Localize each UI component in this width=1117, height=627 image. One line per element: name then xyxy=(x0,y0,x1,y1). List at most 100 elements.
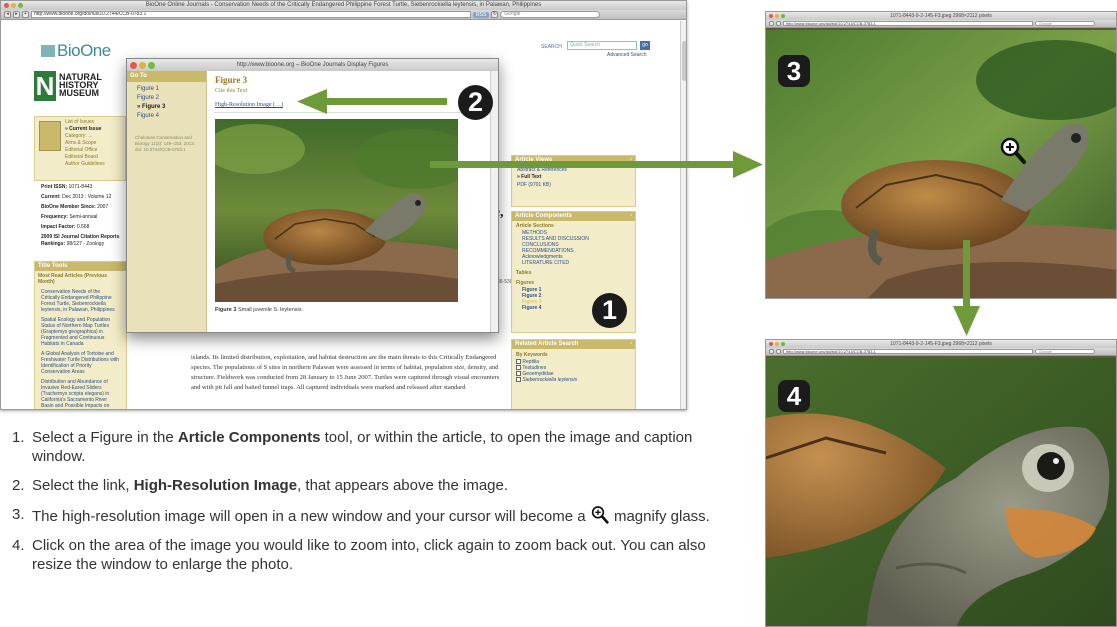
issue-link[interactable]: Aims & Scope xyxy=(65,140,105,147)
step-text: The high-resolution image will open in a… xyxy=(32,508,590,525)
scrollbar-thumb[interactable] xyxy=(682,41,686,81)
minimize-icon[interactable] xyxy=(11,3,16,8)
forward-icon[interactable] xyxy=(776,349,781,354)
step-bold-text: Article Components xyxy=(177,429,321,446)
issue-link[interactable]: List of Issues xyxy=(65,119,105,126)
most-read-item[interactable]: Spatial Ecology and Population Status of… xyxy=(35,315,126,349)
close-icon[interactable] xyxy=(769,342,773,346)
zoom-icon[interactable] xyxy=(781,14,785,18)
hires-title-4: 1071-8443-9-2-145-F3.jpeg 2968×2112 pixe… xyxy=(890,341,992,347)
meta-value: 1071-8443 xyxy=(68,184,93,190)
pdf-link[interactable]: PDF (9701 KB) xyxy=(517,182,630,188)
figure-turtle-photo[interactable] xyxy=(215,119,458,302)
arrow-right-icon xyxy=(733,151,763,178)
hires-toolbar-4: http://www.bioone.org/doi/full/10.2744/C… xyxy=(766,348,1116,356)
zoom-icon[interactable] xyxy=(18,3,23,8)
step-text: Click on the area of the image you would… xyxy=(32,537,706,573)
meta-row: Print ISSN: 1071-8443 xyxy=(41,184,127,191)
cite-link[interactable]: Cite this Text xyxy=(215,88,247,94)
forward-icon[interactable]: ▸ xyxy=(13,11,20,18)
caption-text: Small juvenile S. leytensis. xyxy=(237,307,304,313)
most-read-heading: Most Read Articles (Previous Month) xyxy=(38,273,108,285)
collapse-icon[interactable]: ▫ xyxy=(630,213,632,220)
back-icon[interactable]: ◂ xyxy=(4,11,11,18)
step-text: Select a Figure in the xyxy=(32,429,178,446)
close-icon[interactable] xyxy=(769,14,773,18)
bioone-logo-icon xyxy=(41,45,55,57)
step-number: 4. xyxy=(12,537,25,554)
most-read-item[interactable]: Conservation Needs of the Critically End… xyxy=(35,287,126,315)
step-text: Select the link, xyxy=(32,477,134,494)
site-search-input[interactable]: Quick Search xyxy=(567,41,637,50)
popup-citation: Chelonian Conservation and Biology 11(2)… xyxy=(135,135,195,152)
main-window-title: BioOne Online Journals - Conservation Ne… xyxy=(145,2,542,8)
main-toolbar: ◂ ▸ + http://www.bioone.org/doi/full/10.… xyxy=(1,10,686,20)
checkbox[interactable] xyxy=(516,371,521,376)
site-search-go-button[interactable]: go xyxy=(640,41,650,50)
by-keywords-label[interactable]: By Keywords xyxy=(516,351,631,359)
hires-address-bar-4[interactable]: http://www.bioone.org/doi/full/10.2744/C… xyxy=(783,349,1033,354)
bioone-logo[interactable]: BioOne xyxy=(41,41,111,61)
instruction-step-1: 1. Select a Figure in the Article Compon… xyxy=(12,428,712,466)
nhm-line-3: MUSEUM xyxy=(59,88,99,98)
zoom-icon[interactable] xyxy=(781,342,785,346)
goto-item-figure-3[interactable]: » Figure 3 xyxy=(127,103,206,112)
rss-badge[interactable]: RSS xyxy=(473,11,490,18)
checkbox[interactable] xyxy=(516,365,521,370)
checkbox[interactable] xyxy=(516,359,521,364)
hires-turtle-photo[interactable] xyxy=(766,30,1117,299)
add-icon[interactable]: + xyxy=(22,11,29,18)
collapse-icon[interactable]: ▫ xyxy=(630,341,632,348)
minimize-icon[interactable] xyxy=(775,342,779,346)
goto-item-figure-2[interactable]: Figure 2 xyxy=(127,94,206,103)
minimize-icon[interactable] xyxy=(139,62,146,69)
popup-divider xyxy=(214,112,498,113)
zoomed-turtle-photo[interactable] xyxy=(766,358,1117,627)
most-read-item[interactable]: Distribution and Abundance of Invasive R… xyxy=(35,377,126,409)
arrow-right-shaft xyxy=(430,161,735,168)
close-icon[interactable] xyxy=(130,62,137,69)
issue-link[interactable]: Category: ... xyxy=(65,133,105,140)
hires-search-3[interactable]: Google xyxy=(1035,21,1095,26)
reload-icon[interactable]: ↻ xyxy=(491,11,499,18)
hires-address-bar-3[interactable]: http://www.bioone.org/doi/full/10.2744/C… xyxy=(783,21,1033,26)
popup-window-title: http://www.bioone.org – BioOne Journals … xyxy=(236,62,389,68)
keyword-row[interactable]: Siebenrockiella leytensis xyxy=(516,377,631,383)
issue-link[interactable]: Editorial Board xyxy=(65,154,105,161)
close-icon[interactable] xyxy=(4,3,9,8)
high-resolution-image-link[interactable]: High-Resolution Image (…) xyxy=(215,102,283,108)
issue-link[interactable]: » Current Issue xyxy=(65,126,105,133)
goto-item-figure-4[interactable]: Figure 4 xyxy=(127,112,206,121)
address-bar[interactable]: http://www.bioone.org/doi/full/10.2744/C… xyxy=(31,11,471,18)
journal-meta: Print ISSN: 1071-8443 Current: Dec 2013 … xyxy=(41,184,127,248)
issue-link[interactable]: Editorial Office xyxy=(65,147,105,154)
full-text-link[interactable]: » Full Text xyxy=(517,173,630,182)
site-search-label: SEARCH xyxy=(541,44,562,50)
meta-row: Current: Dec 2013 : Volume 12 xyxy=(41,194,127,201)
goto-item-figure-1[interactable]: Figure 1 xyxy=(127,85,206,94)
minimize-icon[interactable] xyxy=(775,14,779,18)
journal-cover-image[interactable] xyxy=(39,121,61,151)
back-icon[interactable] xyxy=(769,349,774,354)
instructions-list: 1. Select a Figure in the Article Compon… xyxy=(12,428,712,584)
advanced-search-link[interactable]: Advanced Search xyxy=(607,52,646,58)
journal-info-panel: List of Issues » Current Issue Category:… xyxy=(34,116,126,181)
meta-label: 2009 ISI Journal Citation Reports xyxy=(41,234,120,240)
most-read-item[interactable]: A Global Analysis of Tortoise and Freshw… xyxy=(35,349,126,377)
google-search-field[interactable]: Google xyxy=(500,11,601,18)
meta-label: BioOne Member Since: xyxy=(41,204,96,210)
bioone-logo-text: BioOne xyxy=(57,41,111,60)
page-scrollbar[interactable] xyxy=(680,21,686,409)
goto-header: Go To xyxy=(127,71,206,82)
hires-search-4[interactable]: Google xyxy=(1035,349,1095,354)
forward-icon[interactable] xyxy=(776,21,781,26)
issue-link[interactable]: Author Guidelines xyxy=(65,161,105,168)
title-tools-panel: Title Tools Most Read Articles (Previous… xyxy=(34,261,127,409)
meta-row: 2009 ISI Journal Citation Reports xyxy=(41,234,127,241)
arrow-left-icon xyxy=(297,89,327,114)
checkbox[interactable] xyxy=(516,377,521,382)
title-tools-header: Title Tools xyxy=(35,262,126,271)
back-icon[interactable] xyxy=(769,21,774,26)
zoom-icon[interactable] xyxy=(148,62,155,69)
meta-row: Rankings: 98/127 - Zoology xyxy=(41,241,127,248)
